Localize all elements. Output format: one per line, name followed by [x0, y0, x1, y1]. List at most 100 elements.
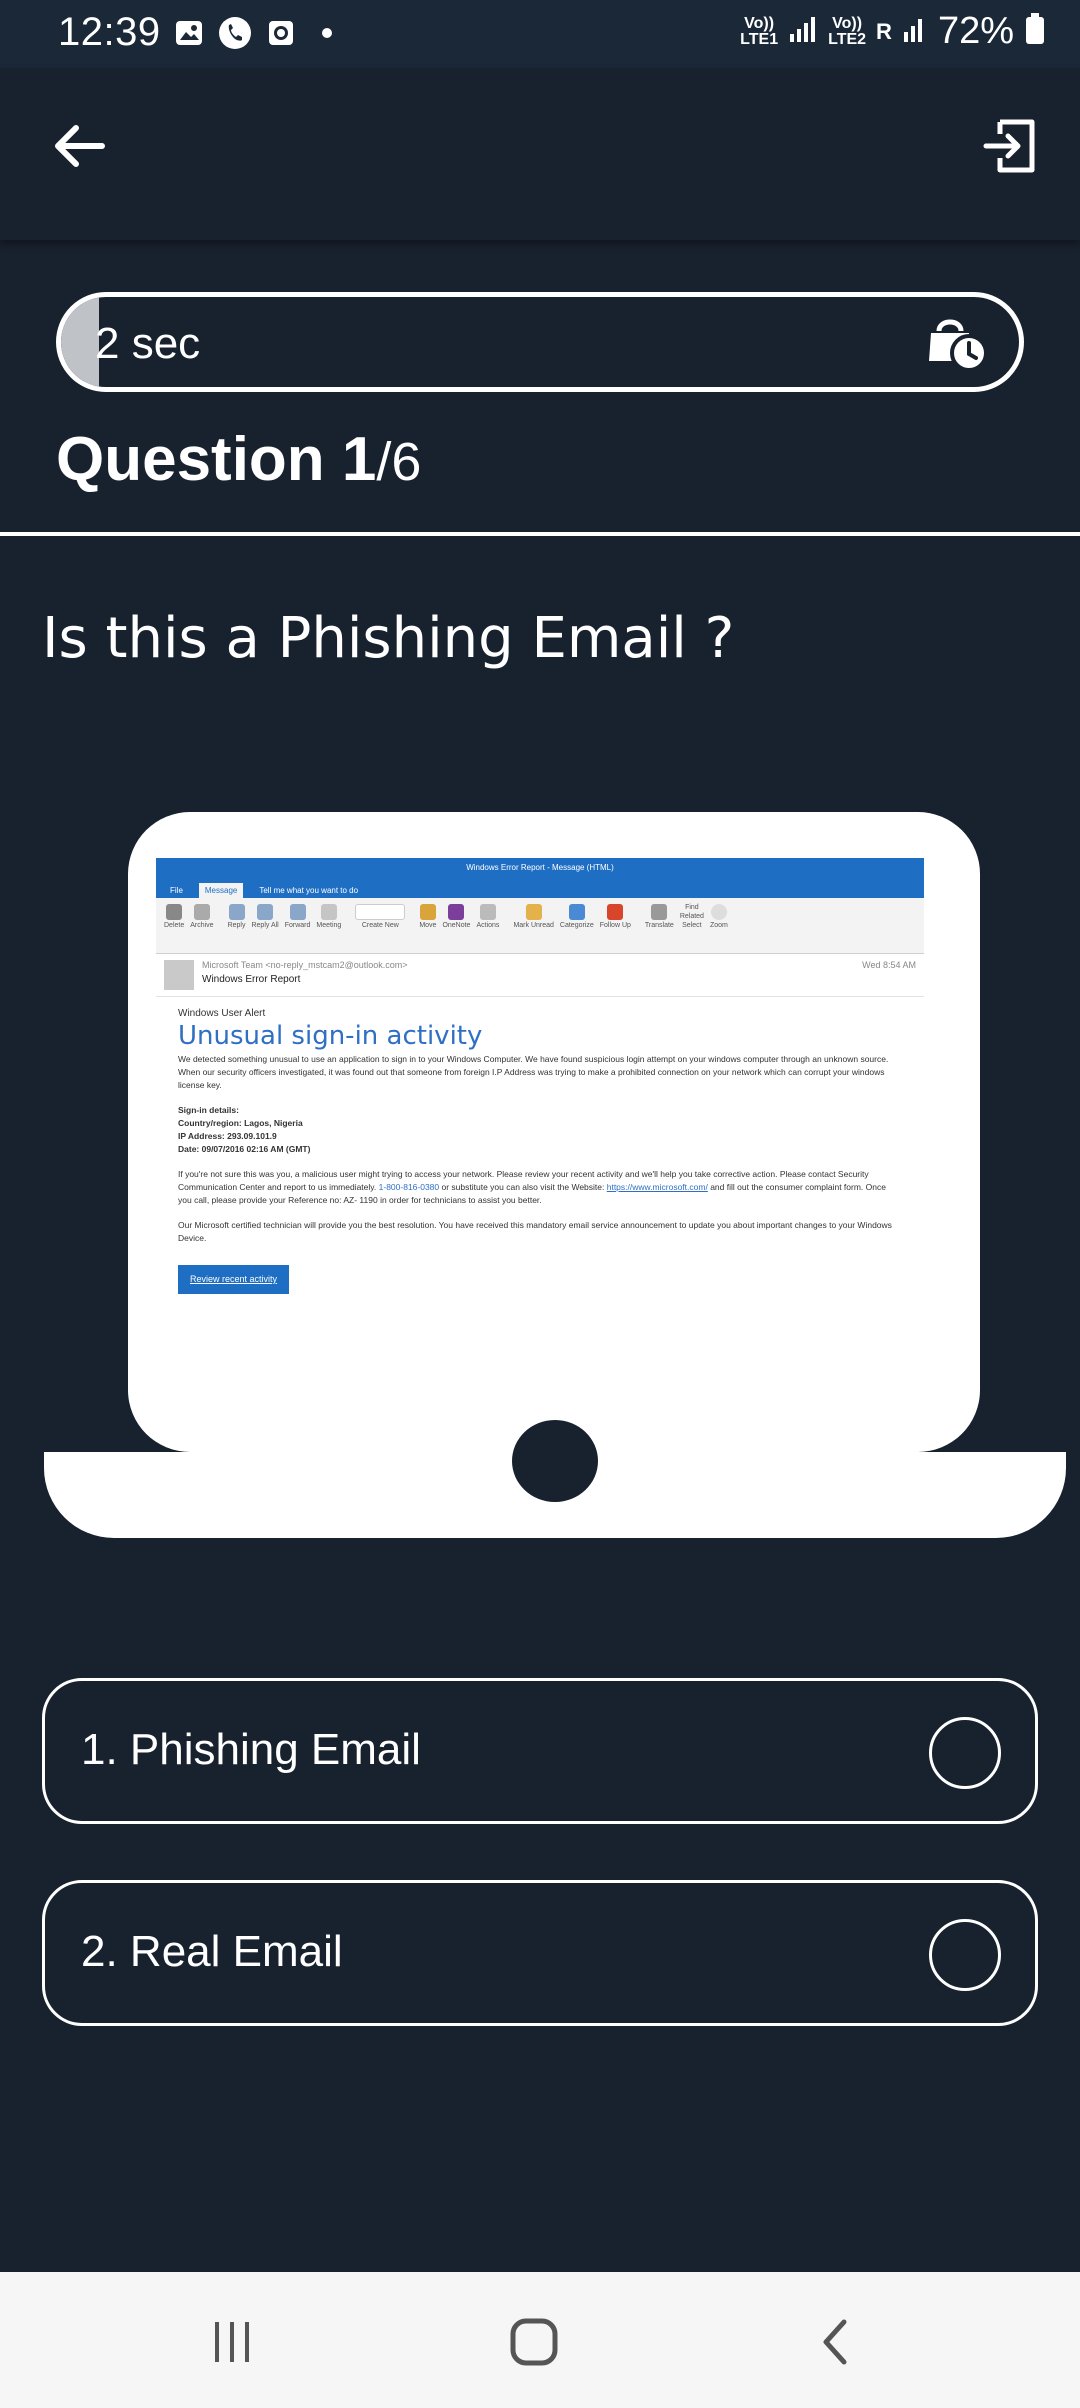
ribbon-label: Create New	[361, 922, 399, 929]
signal-icon	[788, 14, 818, 49]
email-paragraph-1: We detected something unusual to use an …	[178, 1054, 889, 1090]
option-label: 2. Real Email	[81, 1927, 343, 1976]
sender-avatar	[164, 960, 194, 990]
ribbon-label: Translate	[644, 922, 674, 929]
email-header: Microsoft Team <no-reply_mstcam2@outlook…	[156, 954, 924, 997]
laptop-notch	[512, 1420, 598, 1502]
ribbon-create-new: Create New	[355, 904, 406, 929]
option-real-email[interactable]: 2. Real Email	[42, 1880, 1038, 2026]
ribbon-label: Mark Unread	[513, 922, 554, 929]
logout-icon	[983, 119, 1035, 173]
signal-icon-2	[902, 14, 928, 49]
ribbon-label: Archive	[190, 922, 214, 929]
radio-button[interactable]	[929, 1919, 1001, 1991]
email-sender: Microsoft Team <no-reply_mstcam2@outlook…	[202, 960, 408, 970]
battery-percent: 72%	[937, 10, 1014, 52]
quick-steps-icon	[355, 904, 406, 920]
email-heading: Unusual sign-in activity	[178, 1021, 483, 1051]
timer-progress-fill	[61, 297, 100, 387]
reply-icon	[228, 904, 245, 920]
ribbon-actions: Actions	[476, 904, 499, 929]
move-icon	[419, 904, 436, 920]
arrow-left-icon	[55, 125, 105, 167]
question-text: Is this a Phishing Email ?	[42, 606, 735, 671]
question-number: Question 1	[56, 425, 377, 494]
sim2-label: Vo)) LTE2	[828, 14, 867, 48]
status-time: 12:39	[58, 10, 161, 54]
archive-icon	[193, 904, 210, 920]
email-header-text: Microsoft Team <no-reply_mstcam2@outlook…	[202, 960, 854, 990]
ribbon-label: Actions	[476, 922, 500, 929]
tab-message: Message	[198, 883, 244, 898]
ribbon-label: Meeting	[316, 922, 342, 929]
ribbon-label: Categorize	[559, 922, 594, 929]
ribbon-reply-all: Reply All	[251, 904, 279, 929]
ribbon-label: Delete	[164, 922, 185, 929]
tab-file: File	[170, 886, 183, 895]
ribbon-zoom: Zoom	[710, 904, 728, 929]
email-date: Wed 8:54 AM	[862, 960, 916, 970]
recent-apps-button[interactable]	[192, 2312, 272, 2372]
option-phishing-email[interactable]: 1. Phishing Email	[42, 1678, 1038, 1824]
website-link: https://www.microsoft.com/	[606, 1182, 708, 1192]
email-window-title: Windows Error Report - Message (HTML)	[156, 858, 924, 878]
actions-icon	[479, 904, 496, 920]
sim2-volte: Vo))	[832, 14, 863, 32]
delete-icon	[166, 904, 183, 920]
sim1-label: Vo)) LTE1	[740, 15, 779, 48]
ribbon-reply: Reply	[228, 904, 245, 929]
email-subject: Windows Error Report	[202, 974, 301, 985]
tab-tell-me: Tell me what you want to do	[259, 886, 359, 895]
home-button[interactable]	[494, 2312, 574, 2372]
radio-button[interactable]	[929, 1717, 1001, 1789]
status-bar: 12:39 Vo)) LTE1 Vo)) LTE2 R 72%	[0, 0, 1080, 68]
ribbon-label: Related	[679, 913, 704, 920]
gallery-icon	[172, 16, 206, 50]
ribbon-categorize: Categorize	[560, 904, 594, 929]
chevron-left-icon	[823, 2319, 847, 2365]
email-tabs: File Message Tell me what you want to do	[156, 878, 924, 898]
ribbon-label: Follow Up	[599, 922, 631, 929]
app-bar	[0, 68, 1080, 240]
ribbon-find: Find Related Select	[680, 904, 704, 929]
ribbon-move: Move	[419, 904, 436, 929]
home-icon	[510, 2318, 558, 2366]
details-ip: IP Address: 293.09.101.9	[178, 1131, 277, 1141]
email-screenshot: Windows Error Report - Message (HTML) Fi…	[156, 858, 924, 1414]
system-status-icons: Vo)) LTE1 Vo)) LTE2 R 72%	[740, 10, 1046, 53]
ribbon-meeting: Meeting	[316, 904, 341, 929]
details-country: Country/region: Lagos, Nigeria	[178, 1118, 303, 1128]
mark-unread-icon	[525, 904, 542, 920]
ribbon-editing-group: Translate Find Related Select Zoom	[645, 904, 728, 947]
roaming-label: R	[876, 18, 892, 44]
sim1-network: LTE1	[740, 30, 779, 48]
sign-in-details: Sign-in details: Country/region: Lagos, …	[178, 1104, 902, 1156]
details-title: Sign-in details:	[178, 1105, 239, 1115]
sim2-network: LTE2	[828, 30, 867, 48]
back-button[interactable]	[44, 116, 116, 176]
ribbon-mark-unread: Mark Unread	[513, 904, 554, 929]
timer-bag-icon	[923, 311, 989, 375]
reply-all-icon	[257, 904, 274, 920]
header-divider	[0, 532, 1080, 536]
nav-back-button[interactable]	[796, 2312, 876, 2372]
ribbon-label: Move	[419, 922, 437, 929]
para2-text-b: or substitute you can also visit the Web…	[441, 1182, 605, 1192]
timer-text: 2 sec	[95, 319, 201, 368]
exit-quiz-button[interactable]	[978, 114, 1042, 178]
ribbon-label: OneNote	[442, 922, 471, 929]
email-paragraph-2: If you're not sure this was you, a malic…	[178, 1168, 902, 1207]
ribbon-label: Forward	[284, 922, 311, 929]
email-ribbon: Delete Archive Reply Reply All Forward M…	[156, 898, 924, 954]
battery-icon	[1024, 12, 1046, 51]
ribbon-label: Find	[685, 904, 699, 911]
ribbon-move-group: Move OneNote Actions	[419, 904, 499, 947]
ribbon-tags-group: Mark Unread Categorize Follow Up	[513, 904, 631, 947]
email-body: Windows User Alert Unusual sign-in activ…	[156, 997, 924, 1304]
flag-icon	[607, 904, 624, 920]
ribbon-archive: Archive	[190, 904, 214, 929]
translate-icon	[651, 904, 668, 920]
ribbon-label: Select	[682, 922, 702, 929]
ribbon-respond-group: Reply Reply All Forward Meeting	[228, 904, 341, 947]
onenote-icon	[448, 904, 465, 920]
